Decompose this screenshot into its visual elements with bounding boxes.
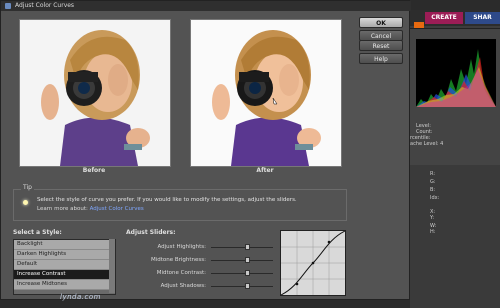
slider-knob[interactable]	[244, 244, 250, 250]
slider-knob[interactable]	[244, 270, 250, 276]
style-item[interactable]: Backlight	[14, 240, 115, 250]
style-item[interactable]: Darken Highlights	[14, 250, 115, 260]
tip-box	[13, 189, 347, 221]
reset-button[interactable]: Reset	[359, 40, 403, 51]
slider-knob[interactable]	[244, 257, 250, 263]
histogram-graph	[416, 39, 496, 107]
tip-title: Tip	[21, 184, 34, 191]
dialog-titlebar: Adjust Color Curves	[1, 1, 411, 11]
adjust-color-curves-dialog: Adjust Color Curves Before After OK Canc…	[0, 0, 411, 300]
cache-level-label: ache Level: 4	[410, 141, 444, 147]
before-label: Before	[82, 167, 106, 174]
tip-text: Select the style of curve you prefer. If…	[37, 197, 297, 203]
style-item-selected[interactable]: Increase Contrast	[14, 270, 115, 280]
panel-tabs: CREATE SHAR	[410, 10, 500, 34]
slider-label-highlights: Adjust Highlights:	[157, 244, 207, 250]
lightbulb-icon	[23, 200, 28, 205]
curve-svg	[280, 230, 346, 296]
right-panel: CREATE SHAR Level: Count: rcentile: ache…	[410, 0, 500, 308]
coord-y: Y:	[430, 215, 435, 221]
slider-label-midtone-contrast: Midtone Contrast:	[156, 270, 206, 276]
curve-graph	[280, 230, 346, 296]
channel-idx: Idx:	[430, 195, 440, 201]
learn-more-prefix: Learn more about:	[37, 206, 88, 212]
adjust-sliders-label: Adjust Sliders:	[126, 229, 176, 236]
learn-more-link[interactable]: Adjust Color Curves	[90, 206, 144, 212]
tab-create[interactable]: CREATE	[425, 12, 463, 24]
ok-button[interactable]: OK	[359, 17, 403, 28]
help-button[interactable]: Help	[359, 53, 403, 64]
slider-highlights[interactable]	[211, 244, 273, 250]
after-label: After	[256, 167, 274, 174]
slider-knob[interactable]	[244, 283, 250, 289]
info-panel: R: G: B: Idx: X: Y: W: H:	[410, 165, 500, 308]
slider-label-shadows: Adjust Shadows:	[160, 283, 206, 289]
select-style-label: Select a Style:	[13, 229, 62, 236]
style-item[interactable]: Default	[14, 260, 115, 270]
style-list-scrollbar[interactable]	[109, 239, 115, 293]
bottom-strip	[0, 300, 410, 308]
before-photo	[20, 20, 170, 166]
style-item[interactable]: Increase Midtones	[14, 280, 115, 290]
tip-learn-more: Learn more about: Adjust Color Curves	[37, 206, 144, 212]
after-preview	[190, 19, 342, 167]
channel-r: R:	[430, 171, 436, 177]
slider-midtone-contrast[interactable]	[211, 270, 273, 276]
after-photo	[191, 20, 341, 166]
histogram-panel: Level: Count: rcentile: ache Level: 4	[410, 28, 500, 165]
channel-g: G:	[430, 179, 436, 185]
slider-label-midtone-brightness: Midtone Brightness:	[150, 257, 206, 263]
style-list[interactable]: Backlight Darken Highlights Default Incr…	[13, 239, 116, 295]
watermark: lynda.com	[60, 293, 101, 301]
slider-midtone-brightness[interactable]	[211, 257, 273, 263]
slider-shadows[interactable]	[211, 283, 273, 289]
tab-share[interactable]: SHAR	[465, 12, 500, 24]
panel-titlebar	[410, 0, 500, 10]
dialog-title: Adjust Color Curves	[15, 2, 75, 9]
app-icon	[5, 3, 11, 9]
size-h: H:	[430, 229, 436, 235]
before-preview	[19, 19, 171, 167]
channel-b: B:	[430, 187, 436, 193]
